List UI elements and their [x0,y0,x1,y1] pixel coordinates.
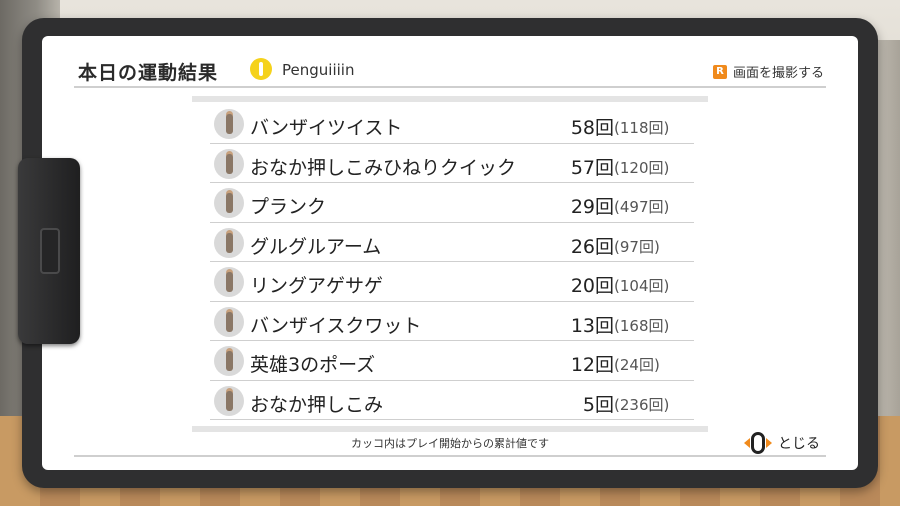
exercise-name: バンザイツイスト [250,117,403,139]
exercise-name: おなか押しこみ [250,393,384,416]
exercise-figure-icon [214,306,244,337]
exercise-count: 26回 [570,235,614,258]
exercise-count: 29回 [570,196,614,218]
exercise-count: 57回 [570,156,614,179]
exercise-name: 英雄3のポーズ [250,354,376,376]
clip-slot [40,228,60,274]
exercise-count: 12回 [570,354,614,376]
exercise-figure-icon [214,346,244,376]
r-button-icon: R [712,64,727,79]
exercise-figure-icon [214,109,244,139]
exercise-total: (118回) [614,119,670,137]
list-bottom-divider [192,426,708,432]
exercise-total: (120回) [614,158,670,177]
exercise-figure-icon [214,188,244,218]
results-header: 本日の運動結果 Penguiiiin R 画面を撮影する [74,56,826,88]
list-item: 英雄3のポーズ 12回 (24回) [210,341,694,381]
exercise-count: 5回 [582,393,614,416]
capture-label: 画面を撮影する [732,66,824,81]
exercise-count: 13回 [570,314,614,337]
username: Penguiiiin [282,61,355,79]
exercise-name: リングアゲサゲ [250,275,384,297]
exercise-total: (104回) [614,277,670,295]
exercise-list: バンザイツイスト 58回 (118回) おなか押しこみひねりクイック 57回 (… [210,104,694,420]
exercise-count: 20回 [570,275,614,297]
exercise-figure-icon [214,227,244,258]
exercise-figure-icon [214,267,244,297]
list-item: バンザイツイスト 58回 (118回) [210,104,694,144]
list-item: グルグルアーム 26回 (97回) [210,223,694,262]
avatar-figure-icon [259,62,263,76]
footer-divider [74,455,826,457]
close-button[interactable]: とじる [744,430,820,456]
exercise-name: おなか押しこみひねりクイック [250,156,517,179]
page-title: 本日の運動結果 [78,62,219,84]
list-item: おなか押しこみ 5回 (236回) [210,381,694,420]
capture-screen-button[interactable]: R 画面を撮影する [712,62,824,81]
exercise-count: 58回 [570,117,614,139]
exercise-name: グルグルアーム [250,235,382,258]
clipboard-clip [18,158,80,344]
close-label: とじる [778,436,820,452]
list-top-divider [192,96,708,102]
list-item: リングアゲサゲ 20回 (104回) [210,262,694,302]
exercise-name: バンザイスクワット [250,314,422,337]
exercise-total: (497回) [614,198,670,216]
list-item: バンザイスクワット 13回 (168回) [210,302,694,341]
exercise-total: (24回) [614,356,660,374]
ring-con-icon [744,430,772,456]
exercise-name: プランク [250,196,327,218]
exercise-total: (168回) [614,316,670,335]
exercise-total: (236回) [614,395,670,414]
exercise-total: (97回) [614,237,660,256]
exercise-figure-icon [214,148,244,179]
list-item: おなか押しこみひねりクイック 57回 (120回) [210,144,694,183]
list-item: プランク 29回 (497回) [210,183,694,223]
exercise-figure-icon [214,385,244,416]
avatar [250,58,272,80]
